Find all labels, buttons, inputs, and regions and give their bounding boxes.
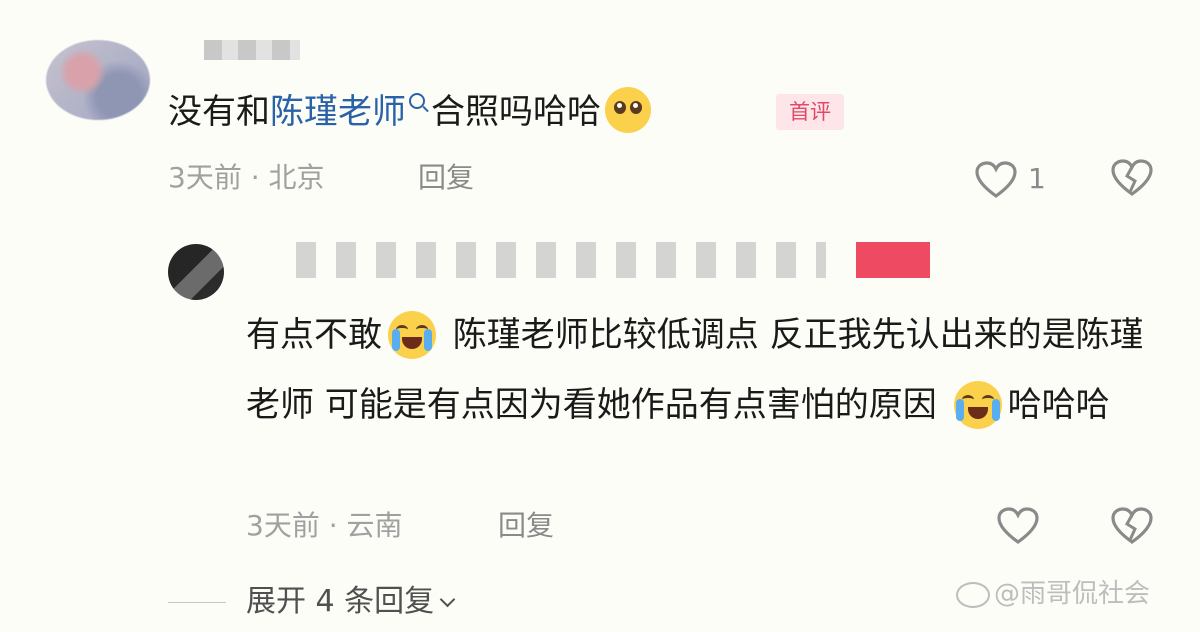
like-heart-icon[interactable] <box>996 506 1040 546</box>
first-comment-badge: 首评 <box>776 94 844 130</box>
divider <box>168 602 226 603</box>
author-tag-blurred <box>856 242 930 278</box>
comment-text-part: 没有和 <box>168 92 270 132</box>
expand-replies-label: 展开 4 条回复 <box>246 584 435 619</box>
search-icon[interactable] <box>409 93 425 109</box>
avatar[interactable] <box>168 244 224 300</box>
comment-text-part: 哈哈哈 <box>1007 385 1110 425</box>
reply-button[interactable]: 回复 <box>498 506 554 546</box>
comment-text-part: 合照吗哈哈 <box>431 92 601 132</box>
chevron-down-icon <box>439 591 456 608</box>
username-blurred[interactable] <box>296 242 826 278</box>
broken-heart-icon[interactable] <box>1110 506 1154 546</box>
broken-heart-icon[interactable] <box>1110 158 1154 198</box>
crying-face-emoji-icon <box>388 310 436 359</box>
expand-replies-button[interactable]: 展开 4 条回复 <box>246 582 456 622</box>
laughing-crying-emoji-icon <box>953 380 1002 429</box>
comment-text: 有点不敢 陈瑾老师比较低调点 反正我先认出来的是陈瑾老师 可能是有点因为看她作品… <box>246 300 1166 440</box>
reply-button[interactable]: 回复 <box>418 158 474 198</box>
comment-text-part: 有点不敢 <box>246 315 382 355</box>
watermark-logo-icon <box>956 581 990 608</box>
comment-meta: 3天前 · 北京 <box>168 161 325 194</box>
comment-text: 没有和陈瑾老师 合照吗哈哈 <box>168 86 651 137</box>
pleading-face-emoji-icon <box>605 86 651 133</box>
watermark-text: @雨哥侃社会 <box>994 579 1151 609</box>
watermark: @雨哥侃社会 <box>956 576 1150 612</box>
like-count: 1 <box>1028 162 1046 195</box>
comment-meta: 3天前 · 云南 <box>246 509 403 542</box>
avatar[interactable] <box>46 40 150 120</box>
search-link[interactable]: 陈瑾老师 <box>270 92 406 132</box>
like-heart-icon[interactable] <box>974 160 1018 200</box>
username-blurred[interactable] <box>204 40 300 60</box>
